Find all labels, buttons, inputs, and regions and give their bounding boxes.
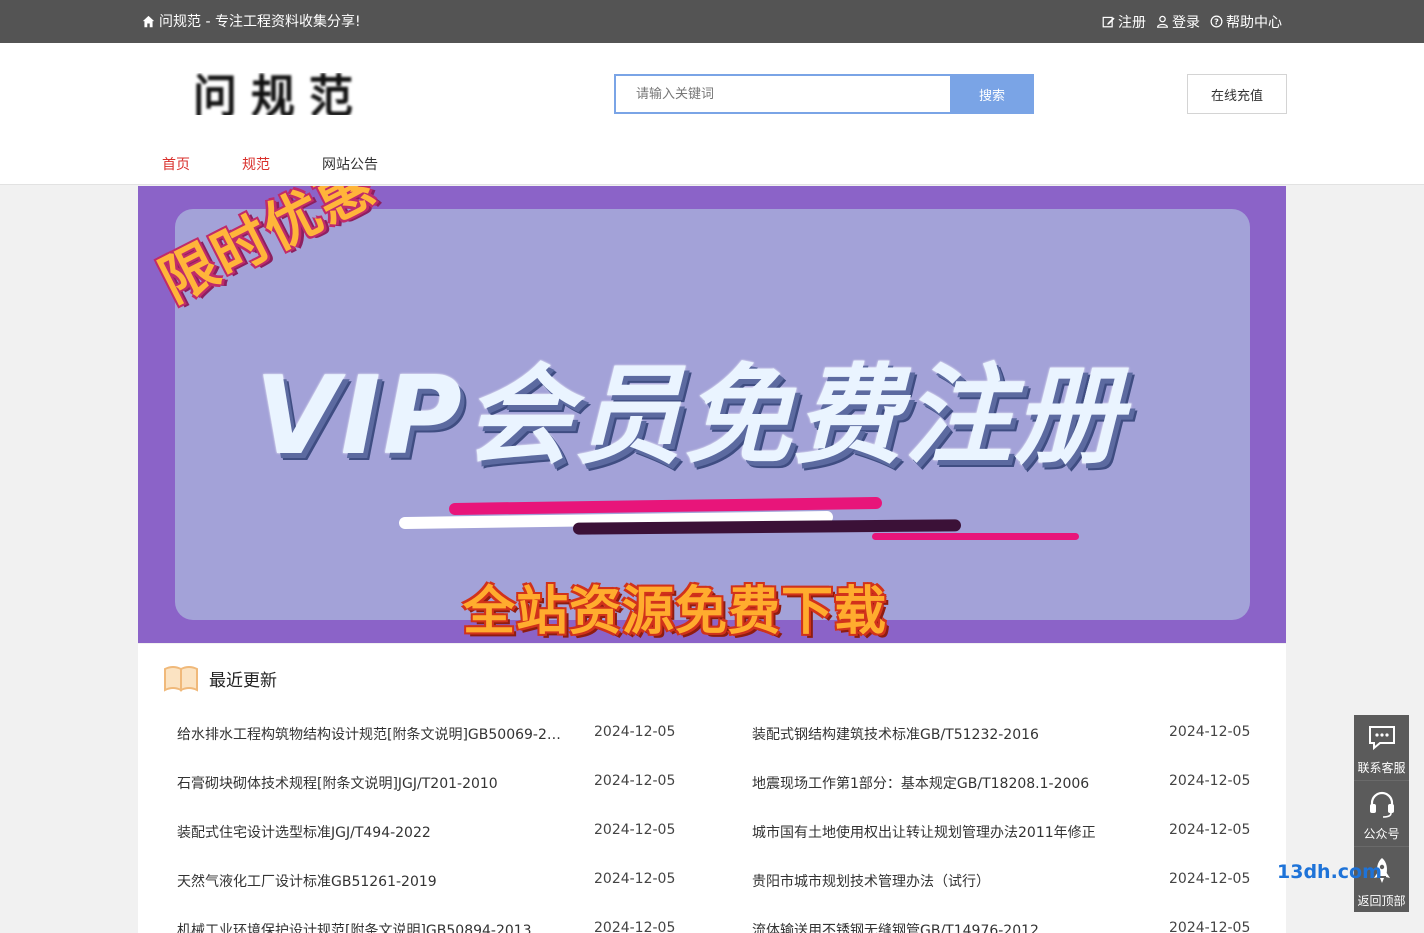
user-icon [1157, 15, 1168, 28]
watermark: 13dh.com [1277, 861, 1382, 883]
wechat-account-label: 公众号 [1363, 827, 1400, 841]
search-bar: 搜索 [614, 74, 1034, 114]
update-title[interactable]: 给水排水工程构筑物结构设计规范[附条文说明]GB50069-2002 [177, 724, 567, 744]
search-button[interactable]: 搜索 [950, 74, 1034, 114]
nav-announcements[interactable]: 网站公告 [322, 154, 378, 174]
update-date: 2024-12-05 [1169, 871, 1251, 887]
site-slogan: 问规范 - 专注工程资料收集分享! [159, 13, 361, 30]
promo-banner[interactable]: VIP会员免费注册 全站资源免费下载 限时优惠 [138, 186, 1286, 643]
back-to-top-label: 返回顶部 [1357, 894, 1406, 908]
list-item: 天然气液化工厂设计标准GB51261-2019 2024-12-05 贵阳市城市… [138, 863, 1286, 912]
recent-updates-section: 最近更新 给水排水工程构筑物结构设计规范[附条文说明]GB50069-2002 … [138, 644, 1286, 933]
chat-icon [1368, 726, 1395, 751]
register-label: 注册 [1118, 14, 1146, 31]
banner-panel: VIP会员免费注册 全站资源免费下载 [175, 209, 1250, 642]
update-date: 2024-12-05 [1169, 822, 1251, 838]
update-date: 2024-12-05 [594, 822, 676, 838]
banner-headline: VIP会员免费注册 [255, 354, 1124, 479]
wechat-account-button[interactable]: 公众号 [1354, 781, 1409, 847]
main-nav: 首页 规范 网站公告 [162, 154, 378, 174]
help-link[interactable]: ? 帮助中心 [1210, 12, 1282, 32]
section-header: 最近更新 [163, 664, 277, 692]
search-input[interactable] [614, 74, 950, 114]
recharge-button[interactable]: 在线充值 [1187, 74, 1287, 114]
list-item: 石膏砌块砌体技术规程[附条文说明]JGJ/T201-2010 2024-12-0… [138, 765, 1286, 814]
home-link[interactable]: 问规范 - 专注工程资料收集分享! [142, 0, 361, 43]
update-date: 2024-12-05 [594, 920, 676, 933]
update-title[interactable]: 装配式钢结构建筑技术标准GB/T51232-2016 [752, 724, 1132, 744]
book-icon [164, 666, 198, 692]
help-label: 帮助中心 [1226, 14, 1282, 31]
update-title[interactable]: 流体输送用不锈钢无缝钢管GB/T14976-2012 [752, 920, 1132, 933]
site-logo[interactable]: 问规范 [193, 73, 408, 115]
login-label: 登录 [1172, 14, 1200, 31]
banner-subtitle: 全站资源免费下载 [463, 582, 888, 642]
update-date: 2024-12-05 [594, 724, 676, 740]
logo-text: 问规范 [193, 73, 367, 115]
list-item: 给水排水工程构筑物结构设计规范[附条文说明]GB50069-2002 2024-… [138, 716, 1286, 765]
update-title[interactable]: 石膏砌块砌体技术规程[附条文说明]JGJ/T201-2010 [177, 773, 567, 793]
list-item: 装配式住宅设计选型标准JGJ/T494-2022 2024-12-05 城市国有… [138, 814, 1286, 863]
headset-icon [1369, 791, 1394, 818]
update-title[interactable]: 城市国有土地使用权出让转让规划管理办法2011年修正 [752, 822, 1132, 842]
update-date: 2024-12-05 [1169, 724, 1251, 740]
contact-service-label: 联系客服 [1357, 761, 1406, 775]
update-date: 2024-12-05 [594, 773, 676, 789]
banner-stroke [872, 533, 1079, 540]
contact-service-button[interactable]: 联系客服 [1354, 715, 1409, 781]
update-date: 2024-12-05 [1169, 773, 1251, 789]
nav-standards[interactable]: 规范 [242, 154, 322, 174]
update-date: 2024-12-05 [594, 871, 676, 887]
home-icon [142, 15, 155, 28]
update-title[interactable]: 装配式住宅设计选型标准JGJ/T494-2022 [177, 822, 567, 842]
register-link[interactable]: 注册 [1102, 12, 1146, 32]
update-date: 2024-12-05 [1169, 920, 1251, 933]
list-item: 机械工业环境保护设计规范[附条文说明]GB50894-2013 2024-12-… [138, 912, 1286, 933]
edit-icon [1102, 16, 1115, 28]
nav-home[interactable]: 首页 [162, 154, 242, 174]
updates-list: 给水排水工程构筑物结构设计规范[附条文说明]GB50069-2002 2024-… [138, 716, 1286, 933]
login-link[interactable]: 登录 [1156, 12, 1200, 32]
update-title[interactable]: 地震现场工作第1部分：基本规定GB/T18208.1-2006 [752, 773, 1132, 793]
update-title[interactable]: 贵阳市城市规划技术管理办法（试行） [752, 871, 1132, 891]
site-header: 问规范 搜索 在线充值 首页 规范 网站公告 [0, 43, 1424, 185]
top-bar: 问规范 - 专注工程资料收集分享! 注册 登录 ? 帮助中心 [0, 0, 1424, 43]
update-title[interactable]: 天然气液化工厂设计标准GB51261-2019 [177, 871, 567, 891]
svg-text:?: ? [1214, 16, 1219, 26]
question-circle-icon: ? [1210, 15, 1223, 28]
section-title: 最近更新 [209, 670, 277, 691]
update-title[interactable]: 机械工业环境保护设计规范[附条文说明]GB50894-2013 [177, 920, 567, 933]
